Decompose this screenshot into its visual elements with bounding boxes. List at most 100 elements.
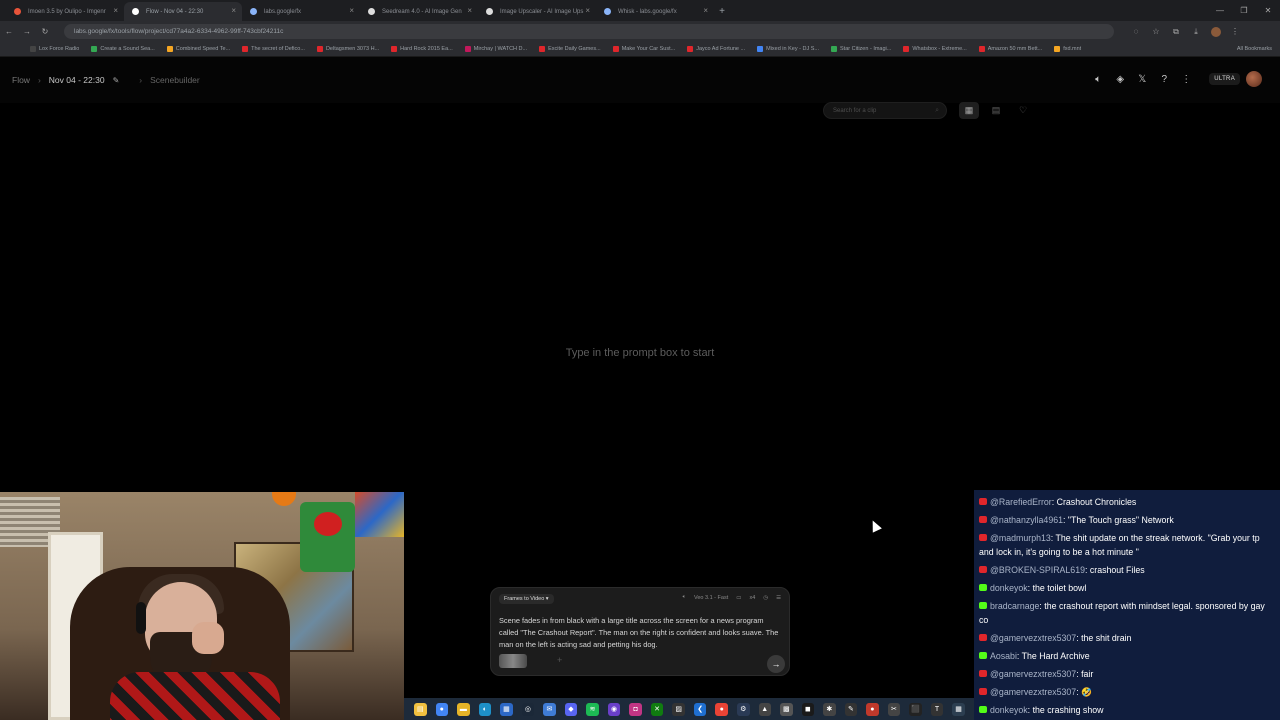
bookmark-item[interactable]: Whatsbox - Extreme... xyxy=(903,46,967,52)
app-icon[interactable]: ✂ xyxy=(887,702,901,716)
close-tab-icon[interactable]: × xyxy=(349,6,354,15)
browser-tab[interactable]: labs.google/fx × xyxy=(242,2,360,21)
app-icon[interactable]: ▦ xyxy=(952,702,965,716)
grid-view-button[interactable]: ▦ xyxy=(959,102,979,119)
bookmark-item[interactable]: Deltagsmen 3073 H... xyxy=(316,46,379,52)
steam-icon[interactable]: ◎ xyxy=(521,702,535,716)
plan-badge: ULTRA xyxy=(1209,73,1240,85)
app-icon[interactable]: ✎ xyxy=(844,702,858,716)
list-view-button[interactable]: ▤ xyxy=(986,102,1006,119)
model-selector[interactable]: Veo 3.1 - Fast xyxy=(694,595,728,601)
discord-icon[interactable]: ◈ xyxy=(1109,74,1131,85)
app-icon[interactable]: ▩ xyxy=(780,702,793,716)
bookmark-item[interactable]: Lox Force Radio xyxy=(30,46,79,52)
xbox-icon[interactable]: ✕ xyxy=(650,702,664,716)
extensions-icon[interactable]: ⧉ xyxy=(1166,27,1186,37)
discord-icon[interactable]: ◆ xyxy=(564,702,578,716)
app-icon[interactable]: ◼ xyxy=(801,702,815,716)
mode-dropdown[interactable]: Frames to Video ▾ xyxy=(499,594,554,604)
browser-tab[interactable]: Imoen 3.5 by Oulipo - Imgenr × xyxy=(6,2,124,21)
eye-off-icon[interactable]: ◌ xyxy=(1126,27,1146,37)
settings-sliders-icon[interactable]: ☰ xyxy=(776,595,781,601)
send-button[interactable]: → xyxy=(767,655,785,673)
minimize-button[interactable]: — xyxy=(1208,0,1232,21)
more-vert-icon[interactable]: ⋮ xyxy=(1175,74,1197,85)
obs-icon[interactable]: ◉ xyxy=(607,702,621,716)
bookmark-item[interactable]: Hard Rock 2015 Ea... xyxy=(391,46,453,52)
app-icon[interactable]: ▲ xyxy=(758,702,772,716)
app-icon[interactable]: ⬛ xyxy=(909,702,922,716)
back-icon[interactable]: ← xyxy=(0,27,18,36)
chrome-alt-icon[interactable]: ● xyxy=(715,702,728,716)
volume-icon[interactable]: 🔈︎ xyxy=(1087,74,1109,85)
prompt-box[interactable]: Frames to Video ▾ 🔈︎ Veo 3.1 - Fast ▭ x4… xyxy=(490,587,790,676)
address-bar[interactable]: labs.google/fx/tools/flow/project/cd77a4… xyxy=(64,24,1114,39)
mail-icon[interactable]: ✉ xyxy=(543,702,556,716)
chat-text: the toilet bowl xyxy=(1032,583,1087,593)
close-tab-icon[interactable]: × xyxy=(231,6,236,15)
app-icon[interactable]: T xyxy=(930,702,944,716)
bookmark-label: Hard Rock 2015 Ea... xyxy=(400,46,453,52)
browser-tab[interactable]: Whisk - labs.google/fx × xyxy=(596,2,714,21)
browser-tab[interactable]: Image Upscaler - AI Image Ups × xyxy=(478,2,596,21)
edge-icon[interactable]: ◐ xyxy=(478,702,492,716)
prompt-textarea[interactable]: Scene fades in from black with a large t… xyxy=(499,615,784,651)
edit-pencil-icon[interactable]: ✎ xyxy=(113,76,120,85)
store-icon[interactable]: ▦ xyxy=(500,702,513,716)
frame-thumbnail[interactable] xyxy=(499,654,527,668)
close-tab-icon[interactable]: × xyxy=(585,6,590,15)
reload-icon[interactable]: ↻ xyxy=(36,27,54,36)
chat-text: 🤣 xyxy=(1081,687,1093,697)
all-bookmarks-link[interactable]: All Bookmarks xyxy=(1237,46,1272,52)
vs-code-icon[interactable]: ❮ xyxy=(693,702,707,716)
tab-label: labs.google/fx xyxy=(264,8,302,15)
download-icon[interactable]: ⤓ xyxy=(1186,27,1206,37)
output-count[interactable]: x4 xyxy=(749,595,755,601)
audio-icon[interactable]: 🔈︎ xyxy=(683,594,686,601)
bookmark-item[interactable]: fxd.mnt xyxy=(1054,46,1081,52)
bookmark-item[interactable]: Excite Daily Games... xyxy=(539,46,601,52)
bookmark-item[interactable]: Star Citizen - Imagi... xyxy=(831,46,891,52)
close-tab-icon[interactable]: × xyxy=(113,6,118,15)
browser-tab[interactable]: Seedream 4.0 - AI Image Gen × xyxy=(360,2,478,21)
spotify-icon[interactable]: ≋ xyxy=(586,702,599,716)
instagram-icon[interactable]: ◘ xyxy=(629,702,642,716)
bookmark-item[interactable]: Mixed in Key - DJ S... xyxy=(757,46,819,52)
timer-icon[interactable]: ◷ xyxy=(763,595,768,601)
browser-menu-icon[interactable]: ⋮ xyxy=(1226,27,1244,36)
breadcrumb-root[interactable]: Flow xyxy=(12,75,30,85)
app-icon[interactable]: ● xyxy=(866,702,879,716)
app-icon[interactable]: ⚙ xyxy=(736,702,750,716)
bookmark-item[interactable]: Combined Speed Te... xyxy=(166,46,230,52)
bookmark-item[interactable]: Jayco Ad Fortune ... xyxy=(687,46,745,52)
bookmark-item[interactable]: Amazon 50 mm Bett... xyxy=(978,46,1042,52)
user-avatar[interactable] xyxy=(1246,71,1262,87)
app-icon[interactable]: ✱ xyxy=(823,702,836,716)
aspect-icon[interactable]: ▭ xyxy=(736,595,741,601)
bookmark-item[interactable]: Create a Sound Sea... xyxy=(91,46,155,52)
add-frame-icon[interactable]: + xyxy=(557,655,562,665)
app-icon[interactable]: ▨ xyxy=(672,702,685,716)
forward-icon[interactable]: → xyxy=(18,27,36,36)
close-window-button[interactable]: ✕ xyxy=(1256,0,1280,21)
x-logo-icon[interactable]: 𝕏 xyxy=(1131,74,1153,85)
star-icon[interactable]: ☆ xyxy=(1146,27,1166,37)
bookmark-label: Mixed in Key - DJ S... xyxy=(766,46,819,52)
bookmark-item[interactable]: The secret of Defico... xyxy=(242,46,305,52)
help-icon[interactable]: ? xyxy=(1153,74,1175,85)
new-tab-button[interactable]: + xyxy=(714,2,730,21)
maximize-button[interactable]: ❐ xyxy=(1232,0,1256,21)
browser-tab[interactable]: Flow - Nov 04 - 22:30 × xyxy=(124,2,242,21)
file-explorer-icon[interactable]: ▤ xyxy=(414,702,427,716)
header-actions: 🔈︎ ◈ 𝕏 ? ⋮ ULTRA xyxy=(1087,71,1262,87)
breadcrumb-scene[interactable]: Scenebuilder xyxy=(150,75,200,85)
favorites-button[interactable]: ♡ xyxy=(1013,102,1033,119)
chrome-icon[interactable]: ● xyxy=(435,702,449,716)
folder-icon[interactable]: ▬ xyxy=(457,702,470,716)
clip-search-input[interactable]: Search for a clip ⌕ xyxy=(823,102,947,119)
close-tab-icon[interactable]: × xyxy=(467,6,472,15)
bookmark-item[interactable]: Make Your Car Sust... xyxy=(612,46,675,52)
bookmark-item[interactable]: Mirchay | WATCH D... xyxy=(464,46,527,52)
close-tab-icon[interactable]: × xyxy=(703,6,708,15)
profile-avatar[interactable] xyxy=(1211,26,1221,37)
